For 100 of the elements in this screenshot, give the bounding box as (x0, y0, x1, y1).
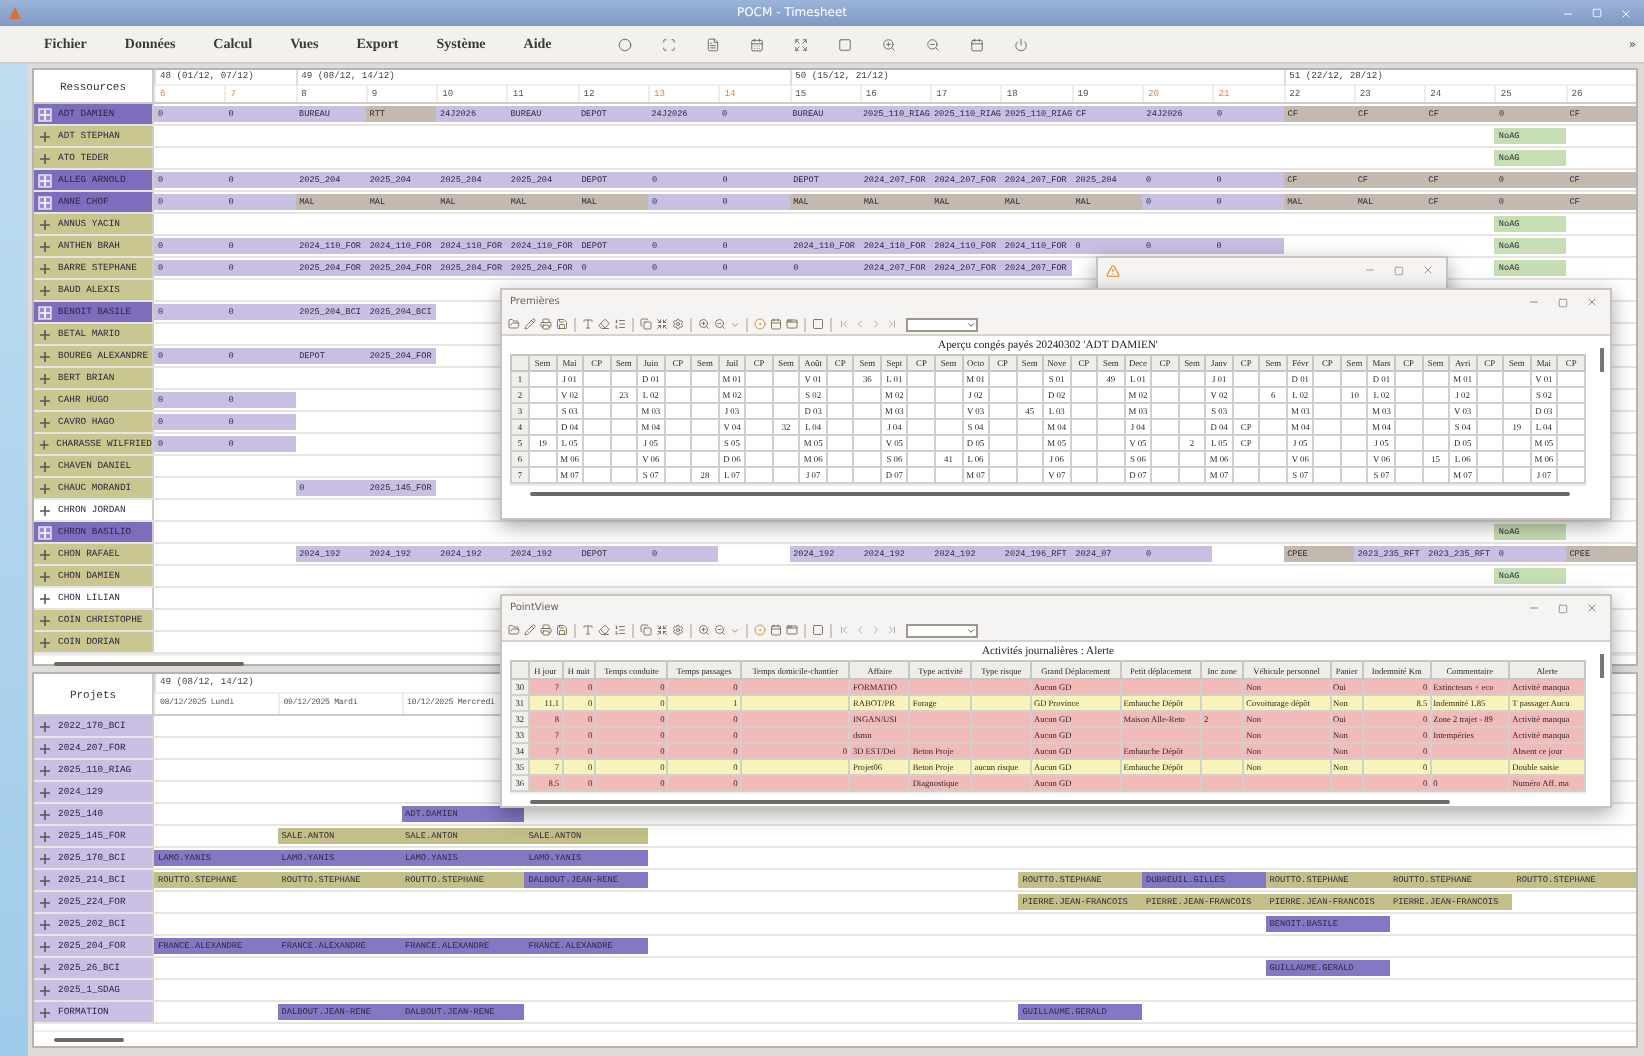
expand-icon[interactable] (38, 851, 52, 865)
expand-icon[interactable] (38, 635, 52, 649)
circle-icon[interactable] (617, 37, 632, 51)
list-icon[interactable] (614, 624, 626, 636)
zoom-out-icon[interactable] (925, 37, 940, 51)
settings-icon[interactable] (672, 624, 684, 636)
calendar-icon[interactable] (770, 318, 782, 330)
window-icon[interactable] (786, 624, 798, 636)
page-icon[interactable] (812, 318, 824, 330)
expand-icon[interactable] (38, 349, 52, 363)
expand-icon[interactable] (38, 217, 52, 231)
page-select[interactable] (906, 623, 978, 637)
record-icon[interactable] (754, 624, 766, 636)
font-icon[interactable] (582, 318, 594, 330)
expand-icon[interactable] (38, 481, 52, 495)
edit-icon[interactable] (524, 624, 536, 636)
zoom-in-icon[interactable] (881, 37, 896, 51)
expand-icon[interactable] (38, 1005, 52, 1019)
shrink-icon[interactable] (656, 624, 668, 636)
save-icon[interactable] (556, 318, 568, 330)
calendar-icon[interactable] (969, 37, 984, 51)
document-icon[interactable] (705, 37, 720, 51)
expand-icon[interactable] (38, 917, 52, 931)
copy-icon[interactable] (640, 318, 652, 330)
settings-icon[interactable] (672, 318, 684, 330)
zoom-out-icon[interactable] (714, 624, 726, 636)
eraser-icon[interactable] (598, 318, 610, 330)
power-icon[interactable] (1013, 37, 1028, 51)
expand-icon[interactable] (38, 763, 52, 777)
folder-icon[interactable] (508, 624, 520, 636)
calendar-icon[interactable] (749, 37, 764, 51)
maximize-icon[interactable] (1394, 265, 1404, 275)
expand-icon[interactable] (38, 371, 52, 385)
maximize-icon[interactable] (1558, 297, 1568, 307)
zoom-out-icon[interactable] (714, 318, 726, 330)
scrollbar-thumb[interactable] (530, 491, 1570, 495)
scrollbar-thumb[interactable] (530, 799, 1450, 803)
expand-icon[interactable] (38, 613, 52, 627)
expand-icon[interactable] (793, 37, 808, 51)
close-icon[interactable] (1586, 296, 1598, 308)
expand-icon[interactable] (38, 547, 52, 561)
expand-icon[interactable] (38, 129, 52, 143)
expand-icon[interactable] (38, 283, 52, 297)
expand-icon[interactable] (38, 741, 52, 755)
minimize-icon[interactable] (1528, 296, 1540, 308)
eraser-icon[interactable] (598, 624, 610, 636)
last-page-icon[interactable] (886, 624, 898, 636)
square-icon[interactable] (837, 37, 852, 51)
scrollbar-thumb[interactable] (1600, 654, 1604, 678)
expand-icon[interactable] (38, 829, 52, 843)
expand-icon[interactable] (38, 459, 52, 473)
scrollbar-thumb[interactable] (54, 661, 244, 665)
expand-icon[interactable] (38, 415, 52, 429)
save-icon[interactable] (556, 624, 568, 636)
folder-icon[interactable] (508, 318, 520, 330)
dropdown-icon[interactable] (966, 319, 976, 329)
window-icon[interactable] (786, 318, 798, 330)
expand-icon[interactable] (38, 393, 52, 407)
expand-icon[interactable] (38, 569, 52, 583)
dropdown-icon[interactable] (730, 625, 740, 635)
last-page-icon[interactable] (886, 318, 898, 330)
close-icon[interactable] (1586, 602, 1598, 614)
print-icon[interactable] (540, 318, 552, 330)
dropdown-icon[interactable] (966, 625, 976, 635)
maximize-icon[interactable] (1558, 603, 1568, 613)
page-select[interactable] (906, 317, 978, 331)
calendar-icon[interactable] (770, 624, 782, 636)
print-icon[interactable] (540, 624, 552, 636)
expand-icon[interactable] (38, 961, 52, 975)
close-icon[interactable] (1422, 264, 1434, 276)
font-icon[interactable] (582, 624, 594, 636)
edit-icon[interactable] (524, 318, 536, 330)
page-icon[interactable] (812, 624, 824, 636)
expand-icon[interactable] (38, 261, 52, 275)
expand-icon[interactable] (38, 873, 52, 887)
expand-icon[interactable] (38, 239, 52, 253)
scrollbar-thumb[interactable] (1600, 348, 1604, 372)
scrollbar-thumb[interactable] (54, 1037, 124, 1041)
copy-icon[interactable] (640, 624, 652, 636)
minimize-icon[interactable] (1562, 7, 1574, 19)
expand-icon[interactable] (38, 983, 52, 997)
expand-icon[interactable] (38, 591, 52, 605)
zoom-in-icon[interactable] (698, 624, 710, 636)
list-icon[interactable] (614, 318, 626, 330)
expand-icon[interactable] (38, 327, 52, 341)
expand-icon[interactable] (38, 151, 52, 165)
expand-icon[interactable] (38, 437, 51, 451)
first-page-icon[interactable] (838, 318, 850, 330)
first-page-icon[interactable] (838, 624, 850, 636)
shrink-icon[interactable] (656, 318, 668, 330)
zoom-in-icon[interactable] (698, 318, 710, 330)
dropdown-icon[interactable] (730, 319, 740, 329)
scan-icon[interactable] (661, 37, 676, 51)
expand-icon[interactable] (38, 785, 52, 799)
minimize-icon[interactable] (1528, 602, 1540, 614)
expand-icon[interactable] (38, 503, 52, 517)
expand-icon[interactable] (38, 719, 52, 733)
expand-icon[interactable] (38, 939, 52, 953)
expand-icon[interactable] (38, 807, 52, 821)
expand-icon[interactable] (38, 895, 52, 909)
